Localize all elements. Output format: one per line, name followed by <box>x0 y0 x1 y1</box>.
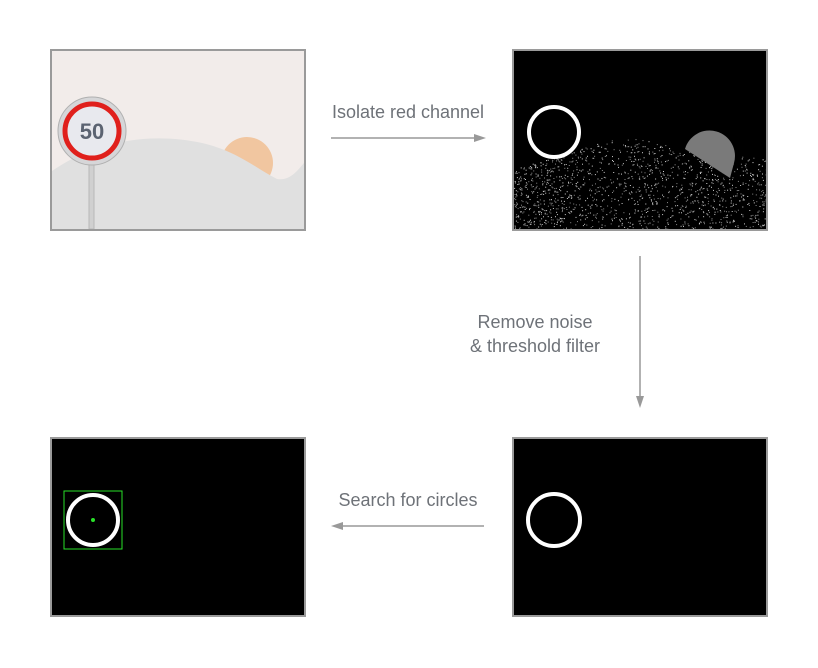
step-label-line: Isolate red channel <box>331 102 485 122</box>
arrow-down <box>636 256 644 408</box>
step-label-isolate-red: Isolate red channel <box>322 100 494 124</box>
step-label-search-circles: Search for circles <box>322 488 494 512</box>
step-label-line: & threshold filter <box>469 336 601 356</box>
step-label-line: Remove noise <box>477 312 593 332</box>
step-label-remove-noise: Remove noise & threshold filter <box>440 310 630 358</box>
step-label-line: Search for circles <box>338 490 478 510</box>
arrow-left <box>331 522 484 530</box>
arrow-right <box>331 134 486 142</box>
